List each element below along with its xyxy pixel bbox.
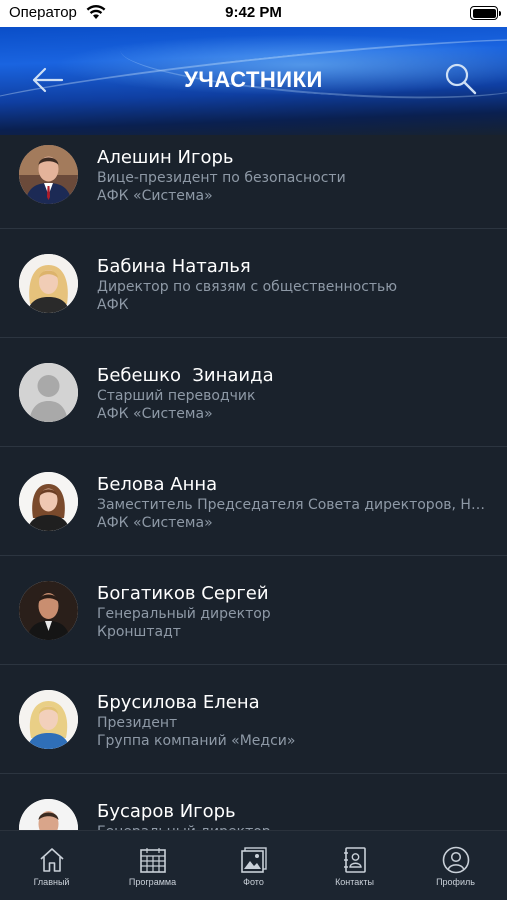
participant-role: Заместитель Председателя Совета директор…	[97, 497, 492, 513]
search-icon[interactable]	[443, 61, 479, 97]
tab-profile[interactable]: Профиль	[405, 831, 506, 900]
avatar	[19, 145, 78, 204]
tab-label: Программа	[128, 877, 177, 887]
profile-icon	[442, 846, 470, 874]
participant-name: Богатиков Сергей	[97, 583, 269, 604]
calendar-icon	[140, 848, 166, 873]
nav-header: УЧАСТНИКИ	[0, 27, 507, 135]
contacts-icon	[344, 847, 366, 873]
tab-label: Контакты	[335, 877, 374, 887]
photo-icon	[241, 847, 267, 873]
battery-icon	[470, 6, 501, 20]
participant-company: Группа компаний «Медси»	[97, 733, 296, 749]
avatar	[19, 472, 78, 531]
avatar	[19, 690, 78, 749]
status-bar: Оператор 9:42 PM	[0, 0, 507, 27]
avatar	[19, 363, 78, 422]
participant-name: Брусилова Елена	[97, 692, 260, 713]
list-item[interactable]: Бебешко Зинаида Старший переводчик АФК «…	[0, 338, 507, 447]
participant-role: Директор по связям с общественностью	[97, 279, 398, 295]
tab-bar: Главный Программа Фото Контакты Профиль	[0, 830, 507, 900]
participant-name: Алешин Игорь	[97, 147, 234, 168]
list-item[interactable]: Белова Анна Заместитель Председателя Сов…	[0, 447, 507, 556]
participant-role: Президент	[97, 715, 178, 731]
home-icon	[40, 848, 64, 872]
page-title: УЧАСТНИКИ	[184, 67, 323, 92]
list-item[interactable]: Бусаров Игорь Генеральный директор	[0, 774, 507, 830]
list-item[interactable]: Бабина Наталья Директор по связям с обще…	[0, 229, 507, 338]
participant-name: Белова Анна	[97, 474, 218, 495]
participant-company: Кронштадт	[97, 624, 181, 640]
avatar	[19, 581, 78, 640]
participant-role: Старший переводчик	[97, 388, 256, 404]
participant-company: АФК «Система»	[97, 406, 213, 422]
participant-role: Вице-президент по безопасности	[97, 170, 346, 186]
participant-name: Бебешко Зинаида	[97, 365, 274, 386]
list-item[interactable]: Богатиков Сергей Генеральный директор Кр…	[0, 556, 507, 665]
participants-list: Алешин Игорь Вице-президент по безопасно…	[0, 120, 507, 830]
list-item[interactable]: Алешин Игорь Вице-президент по безопасно…	[0, 120, 507, 229]
participant-name: Бабина Наталья	[97, 256, 251, 277]
tab-label: Главный	[33, 877, 70, 887]
participant-role: Генеральный директор	[97, 606, 271, 622]
tab-program[interactable]: Программа	[102, 831, 203, 900]
tab-contacts[interactable]: Контакты	[304, 831, 405, 900]
participant-name: Бусаров Игорь	[97, 801, 236, 822]
participant-company: АФК	[97, 297, 129, 313]
list-item[interactable]: Брусилова Елена Президент Группа компани…	[0, 665, 507, 774]
avatar	[19, 799, 78, 830]
participant-company: АФК «Система»	[97, 515, 213, 531]
tab-label: Профиль	[436, 877, 475, 887]
clock: 9:42 PM	[225, 4, 282, 21]
tab-home[interactable]: Главный	[1, 831, 102, 900]
tab-label: Фото	[243, 877, 264, 887]
tab-photo[interactable]: Фото	[203, 831, 304, 900]
avatar	[19, 254, 78, 313]
participant-company: АФК «Система»	[97, 188, 213, 204]
